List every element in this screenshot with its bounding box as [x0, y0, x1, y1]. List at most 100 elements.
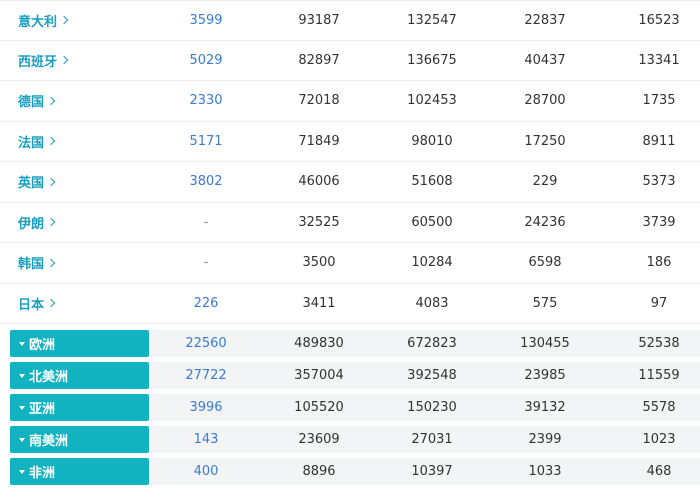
country-name-link[interactable]: 韩国: [18, 243, 56, 283]
value-cell-3: 150230: [407, 400, 457, 415]
value-cell-2: 3500: [302, 255, 336, 271]
continent-toggle-button[interactable]: 欧洲: [10, 330, 149, 357]
value-cell-4: 2399: [528, 432, 562, 447]
value-cell-2: 3411: [302, 295, 336, 311]
value-cell-5: 3739: [642, 214, 676, 230]
value-cell-2: 8896: [302, 464, 336, 479]
country-name: 意大利: [18, 14, 58, 30]
country-row[interactable]: 伊朗 - 32525 60500 24236 3739: [0, 203, 700, 243]
continent-toggle-button[interactable]: 亚洲: [10, 394, 149, 421]
country-name-link[interactable]: 德国: [18, 81, 56, 121]
value-cell-4: 575: [532, 295, 558, 311]
value-cell-5: 52538: [638, 336, 680, 351]
country-row[interactable]: 西班牙 5029 82897 136675 40437 13341: [0, 41, 700, 81]
chevron-right-icon: [59, 16, 69, 25]
value-cell-3: 51608: [411, 174, 453, 190]
value-cell-1[interactable]: 3599: [151, 1, 261, 40]
value-cell-1[interactable]: 5171: [151, 122, 261, 162]
value-cell-3: 672823: [407, 336, 457, 351]
continent-toggle-button[interactable]: 南美洲: [10, 426, 149, 453]
value-cell-5: 468: [646, 464, 672, 479]
value-cell-2: 32525: [298, 214, 340, 230]
country-row[interactable]: 法国 5171 71849 98010 17250 8911: [0, 122, 700, 162]
country-row[interactable]: 意大利 3599 93187 132547 22837 16523: [0, 0, 700, 41]
country-name-link[interactable]: 西班牙: [18, 41, 69, 81]
value-cell-3: 10284: [411, 255, 453, 271]
chevron-right-icon: [46, 258, 56, 267]
value-cell-4: 229: [532, 174, 558, 190]
country-name-link[interactable]: 意大利: [18, 1, 69, 40]
value-cell-1[interactable]: 2330: [151, 81, 261, 121]
country-name: 韩国: [18, 257, 45, 273]
value-cell-1[interactable]: 3996: [151, 394, 261, 421]
value-cell-2: 489830: [294, 336, 344, 351]
value-cell-1[interactable]: 5029: [151, 41, 261, 81]
value-cell-3: 98010: [411, 133, 453, 149]
continent-row[interactable]: 欧洲 22560 489830 672823 130455 52538: [0, 328, 700, 360]
chevron-right-icon: [46, 177, 56, 186]
value-cell-4: 6598: [528, 255, 562, 271]
value-cell-5: 11559: [638, 368, 680, 383]
value-cell-2: 105520: [294, 400, 344, 415]
value-cell-1[interactable]: -: [151, 203, 261, 243]
value-cell-3: 136675: [407, 52, 457, 68]
value-cell-5: 5373: [642, 174, 676, 190]
caret-down-icon: [19, 437, 25, 442]
value-cell-4: 130455: [520, 336, 570, 351]
country-row[interactable]: 日本 226 3411 4083 575 97: [0, 284, 700, 324]
country-name-link[interactable]: 法国: [18, 122, 56, 162]
value-cell-1[interactable]: 27722: [151, 362, 261, 389]
country-name-link[interactable]: 英国: [18, 162, 56, 202]
value-cell-4: 24236: [524, 214, 566, 230]
continent-name: 欧洲: [29, 338, 56, 353]
chevron-right-icon: [46, 218, 56, 227]
epidemic-table: 意大利 3599 93187 132547 22837 16523 西班牙 5029 82897…: [0, 0, 700, 488]
chevron-right-icon: [46, 96, 56, 105]
continent-toggle-button[interactable]: 非洲: [10, 458, 149, 485]
value-cell-5: 13341: [638, 52, 680, 68]
continent-list: 欧洲 22560 489830 672823 130455 52538 北美洲 27722 35…: [0, 328, 700, 488]
country-name: 西班牙: [18, 54, 58, 70]
value-cell-3: 132547: [407, 12, 457, 28]
value-cell-5: 1023: [642, 432, 676, 447]
continent-name: 北美洲: [29, 370, 69, 385]
caret-down-icon: [19, 373, 25, 378]
continent-row[interactable]: 南美洲 143 23609 27031 2399 1023: [0, 424, 700, 456]
country-name-link[interactable]: 伊朗: [18, 203, 56, 243]
value-cell-1[interactable]: 22560: [151, 330, 261, 357]
continent-row[interactable]: 北美洲 27722 357004 392548 23985 11559: [0, 360, 700, 392]
country-row[interactable]: 英国 3802 46006 51608 229 5373: [0, 162, 700, 203]
value-cell-3: 10397: [411, 464, 453, 479]
country-name: 伊朗: [18, 216, 45, 232]
continent-row[interactable]: 亚洲 3996 105520 150230 39132 5578: [0, 392, 700, 424]
value-cell-5: 186: [646, 255, 672, 271]
value-cell-4: 40437: [524, 52, 566, 68]
value-cell-5: 1735: [642, 93, 676, 109]
value-cell-2: 46006: [298, 174, 340, 190]
value-cell-5: 16523: [638, 12, 680, 28]
country-row[interactable]: 德国 2330 72018 102453 28700 1735: [0, 81, 700, 122]
value-cell-1[interactable]: -: [151, 243, 261, 283]
value-cell-3: 60500: [411, 214, 453, 230]
continent-toggle-button[interactable]: 北美洲: [10, 362, 149, 389]
value-cell-4: 17250: [524, 133, 566, 149]
value-cell-4: 23985: [524, 368, 566, 383]
value-cell-1[interactable]: 3802: [151, 162, 261, 202]
value-cell-3: 392548: [407, 368, 457, 383]
value-cell-1[interactable]: 143: [151, 426, 261, 453]
continent-row[interactable]: 非洲 400 8896 10397 1033 468: [0, 456, 700, 488]
value-cell-5: 5578: [642, 400, 676, 415]
value-cell-2: 357004: [294, 368, 344, 383]
value-cell-2: 82897: [298, 52, 340, 68]
value-cell-2: 72018: [298, 93, 340, 109]
country-name-link[interactable]: 日本: [18, 284, 56, 324]
country-list: 意大利 3599 93187 132547 22837 16523 西班牙 5029 82897…: [0, 0, 700, 324]
caret-down-icon: [19, 341, 25, 346]
value-cell-2: 23609: [298, 432, 340, 447]
value-cell-1[interactable]: 400: [151, 458, 261, 485]
country-row[interactable]: 韩国 - 3500 10284 6598 186: [0, 243, 700, 284]
chevron-right-icon: [46, 299, 56, 308]
value-cell-2: 93187: [298, 12, 340, 28]
value-cell-1[interactable]: 226: [151, 284, 261, 324]
country-name: 英国: [18, 176, 45, 192]
